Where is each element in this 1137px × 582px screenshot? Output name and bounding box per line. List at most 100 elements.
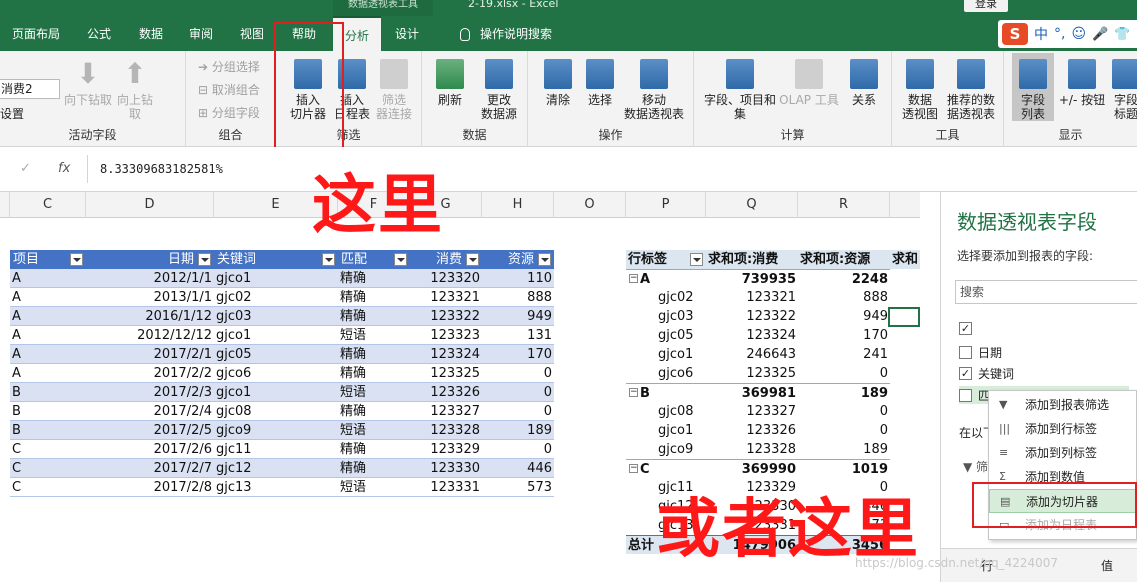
recommended-pivot-button[interactable]: 推荐的数 据透视表 (944, 59, 998, 121)
pivot-item-cell[interactable]: gjc05 (626, 326, 706, 345)
table-cell[interactable]: gjco1 (214, 269, 338, 288)
selected-cell[interactable] (888, 307, 920, 327)
pivot-item-cell[interactable]: 949 (798, 307, 890, 326)
table-cell[interactable]: 123327 (410, 402, 482, 421)
table-cell[interactable]: 2017/2/5 (86, 421, 214, 440)
table-header-cell[interactable]: 日期 (86, 250, 214, 269)
active-field-input[interactable]: 消费2 (0, 79, 60, 99)
table-cell[interactable]: 2017/2/1 (86, 345, 214, 364)
table-cell[interactable]: 短语 (338, 383, 410, 402)
pivot-item-cell[interactable]: 123327 (706, 402, 798, 421)
pivot-header-cell[interactable]: 求和项:消费 (706, 250, 798, 269)
menu-add-column-labels[interactable]: ≡ 添加到列标签 (989, 441, 1136, 465)
menu-add-report-filter[interactable]: ▼ 添加到报表筛选 (989, 393, 1136, 417)
pivot-group-cell[interactable]: 369981 (706, 383, 798, 402)
column-header-p[interactable]: P (626, 192, 706, 218)
collapse-icon[interactable]: − (629, 464, 638, 473)
table-cell[interactable]: 123320 (410, 269, 482, 288)
pivot-item-cell[interactable]: gjc02 (626, 288, 706, 307)
emoji-icon[interactable]: ☺ (1071, 26, 1086, 42)
pivot-item-cell[interactable]: 189 (798, 440, 890, 459)
table-cell[interactable]: 2012/1/1 (86, 269, 214, 288)
table-cell[interactable]: gjco1 (214, 383, 338, 402)
pivot-item-cell[interactable]: 123326 (706, 421, 798, 440)
pivot-item-cell[interactable]: 0 (798, 364, 890, 383)
field-item-keyword[interactable]: ✓ 关键词 (959, 365, 1014, 382)
table-cell[interactable]: 2017/2/7 (86, 459, 214, 478)
table-cell[interactable]: 123326 (410, 383, 482, 402)
table-cell[interactable]: 精确 (338, 307, 410, 326)
pivot-item-cell[interactable]: 170 (798, 326, 890, 345)
field-search-input[interactable]: 搜索 (955, 280, 1137, 304)
table-cell[interactable]: 123329 (410, 440, 482, 459)
table-cell[interactable]: 446 (482, 459, 554, 478)
table-cell[interactable]: 精确 (338, 345, 410, 364)
pivot-group-cell[interactable]: 2248 (798, 269, 890, 288)
table-cell[interactable]: 123325 (410, 364, 482, 383)
table-cell[interactable]: 123323 (410, 326, 482, 345)
tab-design[interactable]: 设计 (384, 16, 430, 51)
table-cell[interactable]: 短语 (338, 326, 410, 345)
table-cell[interactable]: gjc13 (214, 478, 338, 497)
table-cell[interactable]: C (10, 440, 86, 459)
filter-dropdown-icon[interactable] (466, 253, 479, 266)
table-cell[interactable]: 精确 (338, 459, 410, 478)
sogou-icon[interactable]: S (1002, 23, 1028, 45)
table-cell[interactable]: 2017/2/2 (86, 364, 214, 383)
table-cell[interactable]: 精确 (338, 288, 410, 307)
collapse-icon[interactable]: − (629, 274, 638, 283)
pivot-chart-button[interactable]: 数据 透视图 (896, 59, 944, 121)
table-cell[interactable]: gjc08 (214, 402, 338, 421)
table-cell[interactable]: 123324 (410, 345, 482, 364)
table-cell[interactable]: gjc02 (214, 288, 338, 307)
pivot-item-cell[interactable]: gjc03 (626, 307, 706, 326)
pivot-item-cell[interactable]: gjco6 (626, 364, 706, 383)
table-cell[interactable]: gjco1 (214, 326, 338, 345)
pivot-item-cell[interactable]: 123321 (706, 288, 798, 307)
pivot-item-cell[interactable]: gjco1 (626, 421, 706, 440)
table-cell[interactable]: 170 (482, 345, 554, 364)
pivot-item-cell[interactable]: 123322 (706, 307, 798, 326)
table-cell[interactable]: 573 (482, 478, 554, 497)
table-cell[interactable]: A (10, 307, 86, 326)
table-cell[interactable]: 123330 (410, 459, 482, 478)
field-item-date[interactable]: 日期 (959, 344, 1002, 361)
table-cell[interactable]: 888 (482, 288, 554, 307)
table-cell[interactable]: 131 (482, 326, 554, 345)
table-cell[interactable]: 123321 (410, 288, 482, 307)
tab-formulas[interactable]: 公式 (74, 16, 124, 51)
table-cell[interactable]: gjc11 (214, 440, 338, 459)
table-cell[interactable]: A (10, 269, 86, 288)
clear-button[interactable]: 清除 (538, 59, 578, 107)
pivot-group-cell[interactable]: B (626, 383, 706, 402)
table-cell[interactable]: A (10, 345, 86, 364)
table-cell[interactable]: gjc05 (214, 345, 338, 364)
tell-me-search[interactable]: 操作说明搜索 (446, 16, 566, 51)
filter-dropdown-icon[interactable] (70, 253, 83, 266)
pivot-item-cell[interactable]: 123324 (706, 326, 798, 345)
table-cell[interactable]: gjco6 (214, 364, 338, 383)
pivot-item-cell[interactable]: 888 (798, 288, 890, 307)
change-data-source-button[interactable]: 更改 数据源 (474, 59, 524, 121)
table-cell[interactable]: A (10, 326, 86, 345)
pivot-group-cell[interactable]: 189 (798, 383, 890, 402)
confirm-icon[interactable]: ✓ (20, 161, 31, 176)
field-settings-button[interactable]: 设置 (0, 105, 24, 122)
formula-input[interactable]: 8.33309683182581% (100, 162, 223, 176)
table-cell[interactable]: gjc03 (214, 307, 338, 326)
table-cell[interactable]: 949 (482, 307, 554, 326)
filter-dropdown-icon[interactable] (690, 253, 703, 266)
pivot-group-cell[interactable]: 739935 (706, 269, 798, 288)
pivot-item-cell[interactable]: 241 (798, 345, 890, 364)
table-cell[interactable]: 0 (482, 402, 554, 421)
column-header-b[interactable] (0, 192, 10, 218)
table-cell[interactable]: 189 (482, 421, 554, 440)
pivot-item-cell[interactable]: 123328 (706, 440, 798, 459)
tab-view[interactable]: 视图 (228, 16, 276, 51)
filter-dropdown-icon[interactable] (394, 253, 407, 266)
table-cell[interactable]: 2013/1/1 (86, 288, 214, 307)
collapse-icon[interactable]: − (629, 388, 638, 397)
filter-dropdown-icon[interactable] (198, 253, 211, 266)
tab-data[interactable]: 数据 (126, 16, 176, 51)
table-cell[interactable]: 精确 (338, 269, 410, 288)
